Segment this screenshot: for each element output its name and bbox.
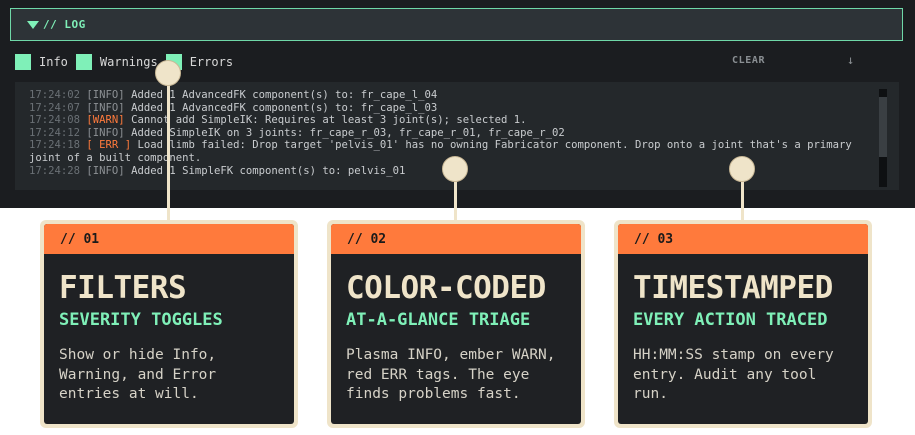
callout-stem-3	[741, 178, 744, 222]
log-timestamp: 17:24:12	[29, 126, 81, 139]
log-level-tag: [INFO]	[86, 126, 125, 139]
log-level-tag: [WARN]	[86, 114, 125, 127]
card-title: COLOR-CODED	[346, 270, 546, 306]
card-number: // 01	[44, 224, 294, 254]
log-message: Added 1 AdvancedFK component(s) to: fr_c…	[124, 101, 438, 114]
log-timestamp: 17:24:28	[29, 164, 81, 177]
card-inner: // 03 TIMESTAMPED EVERY ACTION TRACED HH…	[618, 224, 868, 424]
log-entry: 17:24:12 [INFO] Added SimpleIK on 3 join…	[29, 127, 869, 140]
card-number: // 02	[331, 224, 581, 254]
card-number: // 03	[618, 224, 868, 254]
card-body: Show or hide Info, Warning, and Error en…	[59, 347, 217, 402]
log-scroll-thumb[interactable]	[879, 97, 887, 157]
log-level-tag: [INFO]	[86, 164, 125, 177]
card-inner: // 01 FILTERS SEVERITY TOGGLES Show or h…	[44, 224, 294, 424]
callout-pin-1	[155, 60, 181, 86]
card-title: TIMESTAMPED	[633, 270, 833, 306]
log-timestamp: 17:24:07	[29, 101, 81, 114]
callout-pin-2	[442, 156, 468, 182]
filter-info[interactable]: Info	[15, 54, 68, 70]
card-subtitle: SEVERITY TOGGLES	[59, 310, 223, 330]
clear-button[interactable]: CLEAR	[732, 55, 765, 66]
log-message: Cannot add SimpleIK: Requires at least 3…	[124, 114, 527, 127]
card-inner: // 02 COLOR-CODED AT-A-GLANCE TRIAGE Pla…	[331, 224, 581, 424]
log-entry: 17:24:07 [INFO] Added 1 AdvancedFK compo…	[29, 102, 869, 115]
callout-stem-1	[167, 82, 170, 222]
log-timestamp: 17:24:02	[29, 89, 81, 101]
log-entry: 17:24:08 [WARN] Cannot add SimpleIK: Req…	[29, 114, 869, 127]
log-toolbar: Info Warnings Errors CLEAR ↓	[15, 52, 895, 72]
filter-info-label: Info	[39, 55, 68, 69]
card-subtitle: EVERY ACTION TRACED	[633, 310, 828, 330]
log-timestamp: 17:24:08	[29, 114, 81, 127]
filter-warnings-label: Warnings	[99, 55, 158, 69]
log-level-tag: [ ERR ]	[86, 139, 132, 152]
log-level-tag: [INFO]	[86, 89, 125, 101]
feature-card-timestamped: // 03 TIMESTAMPED EVERY ACTION TRACED HH…	[614, 220, 872, 428]
log-entry: 17:24:02 [INFO] Added 1 AdvancedFK compo…	[29, 89, 869, 102]
card-subtitle: AT-A-GLANCE TRIAGE	[346, 310, 531, 330]
log-header-toggle[interactable]: // LOG	[10, 8, 903, 41]
filter-warnings[interactable]: Warnings	[75, 54, 158, 70]
feature-card-color-coded: // 02 COLOR-CODED AT-A-GLANCE TRIAGE Pla…	[327, 220, 585, 428]
callout-stem-2	[454, 178, 457, 222]
log-message: Added 1 AdvancedFK component(s) to: fr_c…	[124, 89, 438, 101]
log-level-tag: [INFO]	[86, 101, 125, 114]
triangle-down-icon	[27, 20, 39, 29]
log-message: Added SimpleIK on 3 joints: fr_cape_r_03…	[124, 126, 565, 139]
info-checkbox[interactable]	[15, 54, 31, 70]
callout-pin-3	[729, 156, 755, 182]
log-timestamp: 17:24:18	[29, 139, 81, 152]
log-scrollbar[interactable]	[879, 89, 887, 187]
warnings-checkbox[interactable]	[75, 54, 92, 70]
log-title: // LOG	[43, 18, 86, 31]
feature-card-filters: // 01 FILTERS SEVERITY TOGGLES Show or h…	[40, 220, 298, 428]
card-body: Plasma INFO, ember WARN, red ERR tags. T…	[346, 347, 556, 402]
card-title: FILTERS	[59, 270, 187, 306]
arrow-down-icon[interactable]: ↓	[847, 53, 854, 67]
card-body: HH:MM:SS stamp on every entry. Audit any…	[633, 347, 834, 402]
filter-errors-label: Errors	[189, 55, 234, 69]
